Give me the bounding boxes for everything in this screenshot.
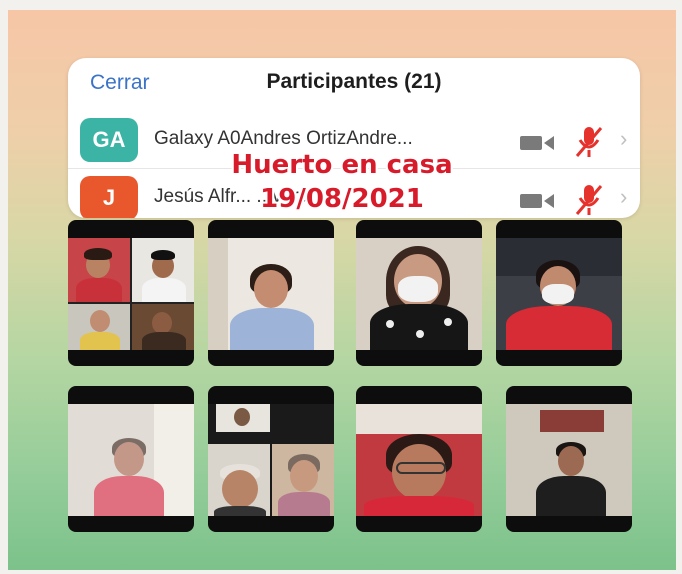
sub-feed	[68, 304, 130, 350]
sub-feed	[132, 238, 194, 302]
video-feed	[208, 404, 334, 516]
sub-feed	[272, 444, 334, 516]
chevron-right-icon[interactable]: ›	[620, 126, 627, 152]
video-tile[interactable]	[208, 220, 334, 366]
video-tile[interactable]	[208, 386, 334, 532]
video-feed	[496, 238, 622, 350]
caption-date: 19/08/2021	[260, 184, 424, 214]
sub-feed	[68, 238, 130, 302]
video-feed	[356, 238, 482, 350]
collage-background: Cerrar Participantes (21) GA Galaxy A0An…	[8, 10, 676, 570]
sub-feed	[208, 444, 270, 516]
video-tile[interactable]	[356, 220, 482, 366]
video-tile[interactable]	[506, 386, 632, 532]
sub-feed	[132, 304, 194, 350]
panel-title: Participantes (21)	[266, 70, 442, 93]
video-feed	[208, 238, 334, 350]
video-feed	[356, 404, 482, 516]
video-tile[interactable]	[496, 220, 622, 366]
video-tile[interactable]	[68, 386, 194, 532]
video-tile[interactable]	[356, 386, 482, 532]
video-feed	[506, 404, 632, 516]
video-feed	[68, 404, 194, 516]
video-tile[interactable]	[68, 220, 194, 366]
panel-header: Cerrar Participantes (21)	[68, 58, 640, 106]
participant-name: Galaxy A0Andres OrtizAndre...	[154, 128, 413, 149]
sub-feed	[216, 404, 270, 432]
video-feed	[68, 238, 194, 350]
caption-title: Huerto en casa	[231, 150, 453, 180]
